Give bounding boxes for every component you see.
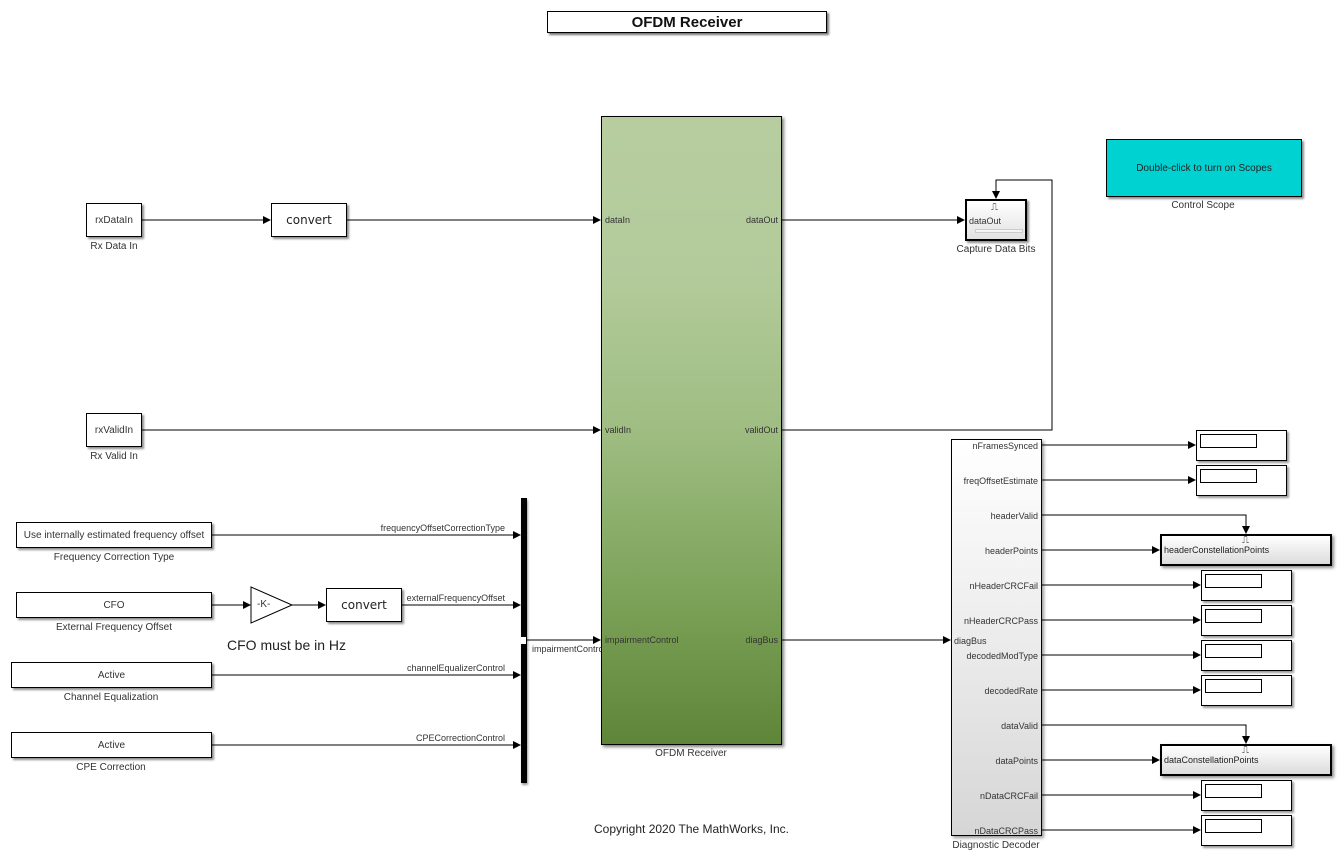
capture-port-label: dataOut — [969, 216, 1002, 226]
control-scope-text: Double-click to turn on Scopes — [1136, 162, 1272, 174]
ofdm-receiver-subsystem[interactable]: dataIn validIn impairmentControl dataOut… — [601, 116, 782, 745]
data-constellation-scope[interactable]: ⎍ dataConstellationPoints — [1160, 744, 1332, 776]
constant-cpe-correction[interactable]: Active — [11, 732, 212, 758]
port-validin: validIn — [605, 425, 632, 435]
inport-rx-valid-label: Rx Valid In — [90, 451, 138, 462]
model-title: OFDM Receiver — [547, 11, 827, 33]
display-value — [1200, 469, 1257, 483]
display-nheadercrcpass[interactable] — [1201, 605, 1292, 636]
inport-rx-data-text: rxDataIn — [95, 214, 133, 226]
display-value — [1205, 574, 1262, 588]
capture-data-bits-scope[interactable]: ⎍ dataOut — [965, 199, 1027, 241]
constant-external-frequency-offset[interactable]: CFO — [16, 592, 212, 618]
display-decodedmodtype[interactable] — [1201, 640, 1292, 671]
convert-block-data-text: convert — [286, 213, 332, 227]
port-out: decodedModType — [966, 651, 1038, 661]
display-value — [1205, 679, 1262, 693]
inport-rx-valid-text: rxValidIn — [94, 424, 134, 436]
display-ndatacrcpass[interactable] — [1201, 815, 1292, 846]
port-out: headerPoints — [984, 546, 1038, 556]
constant-label: Channel Equalization — [63, 692, 159, 703]
constant-value: Active — [97, 669, 126, 681]
scope-port-label: dataConstellationPoints — [1164, 755, 1259, 765]
scope-port-label: headerConstellationPoints — [1164, 545, 1270, 555]
diagnostic-decoder-subsystem[interactable]: diagBus nFramesSynced freqOffsetEstimate… — [951, 439, 1042, 836]
port-diagbus-in: diagBus — [954, 636, 987, 646]
constant-label: CPE Correction — [76, 762, 146, 773]
ofdm-receiver-label: OFDM Receiver — [655, 748, 727, 759]
port-out: dataPoints — [995, 756, 1038, 766]
constant-label: External Frequency Offset — [56, 622, 172, 633]
port-out: headerValid — [990, 511, 1038, 521]
display-value — [1200, 434, 1257, 448]
constant-value: Active — [97, 739, 126, 751]
control-scope-label: Control Scope — [1171, 200, 1235, 211]
port-out: dataValid — [1001, 721, 1038, 731]
port-out: nFramesSynced — [972, 441, 1038, 451]
header-constellation-scope[interactable]: ⎍ headerConstellationPoints — [1160, 534, 1332, 566]
display-nheadercrcfail[interactable] — [1201, 570, 1292, 601]
display-nframessynced[interactable] — [1196, 430, 1287, 461]
trigger-pulse-icon: ⎍ — [991, 202, 998, 213]
capture-data-bits-label: Capture Data Bits — [956, 244, 1036, 255]
inport-rx-valid[interactable]: rxValidIn — [86, 413, 142, 447]
bus-port-marker — [521, 636, 526, 645]
display-decodedrate[interactable] — [1201, 675, 1292, 706]
constant-frequency-correction-type[interactable]: Use internally estimated frequency offse… — [16, 522, 212, 548]
display-value — [1205, 784, 1262, 798]
port-dataout: dataOut — [745, 215, 778, 225]
constant-value: Use internally estimated frequency offse… — [23, 529, 205, 541]
display-value — [1205, 609, 1262, 623]
diagnostic-decoder-label: Diagnostic Decoder — [952, 840, 1040, 851]
port-out: freqOffsetEstimate — [963, 476, 1038, 486]
cfo-note: CFO must be in Hz — [227, 637, 347, 653]
control-scope-button[interactable]: Double-click to turn on Scopes — [1106, 139, 1302, 197]
gain-block[interactable]: -K- — [257, 599, 270, 610]
constant-value: CFO — [103, 599, 125, 611]
display-value — [1205, 644, 1262, 658]
signal-label: frequencyOffsetCorrectionType — [380, 523, 505, 533]
port-validout: validOut — [744, 425, 778, 435]
signal-label: externalFrequencyOffset — [406, 593, 505, 603]
display-value — [1205, 819, 1262, 833]
port-datain: dataIn — [605, 215, 631, 225]
constant-channel-equalization[interactable]: Active — [11, 662, 212, 688]
convert-block-cfo[interactable]: convert — [326, 588, 402, 622]
port-out: nDataCRCPass — [974, 826, 1038, 836]
copyright-text: Copyright 2020 The MathWorks, Inc. — [594, 822, 789, 836]
port-out: decodedRate — [984, 686, 1038, 696]
port-diagbus: diagBus — [745, 635, 778, 645]
bus-output-label: impairmentControl — [532, 644, 606, 654]
constant-label: Frequency Correction Type — [53, 552, 175, 563]
convert-block-data[interactable]: convert — [271, 203, 347, 237]
port-out: nHeaderCRCFail — [969, 581, 1038, 591]
capture-slider-icon — [975, 229, 1023, 233]
inport-rx-data-label: Rx Data In — [90, 241, 138, 252]
port-out: nHeaderCRCPass — [963, 616, 1038, 626]
display-freqoffsetestimate[interactable] — [1196, 465, 1287, 496]
signal-label: channelEqualizerControl — [406, 663, 505, 673]
port-impairmentcontrol: impairmentControl — [605, 635, 679, 645]
display-ndatacrcfail[interactable] — [1201, 780, 1292, 811]
convert-block-cfo-text: convert — [341, 598, 387, 612]
port-out: nDataCRCFail — [979, 791, 1038, 801]
signal-label: CPECorrectionControl — [415, 733, 505, 743]
inport-rx-data[interactable]: rxDataIn — [86, 203, 142, 237]
